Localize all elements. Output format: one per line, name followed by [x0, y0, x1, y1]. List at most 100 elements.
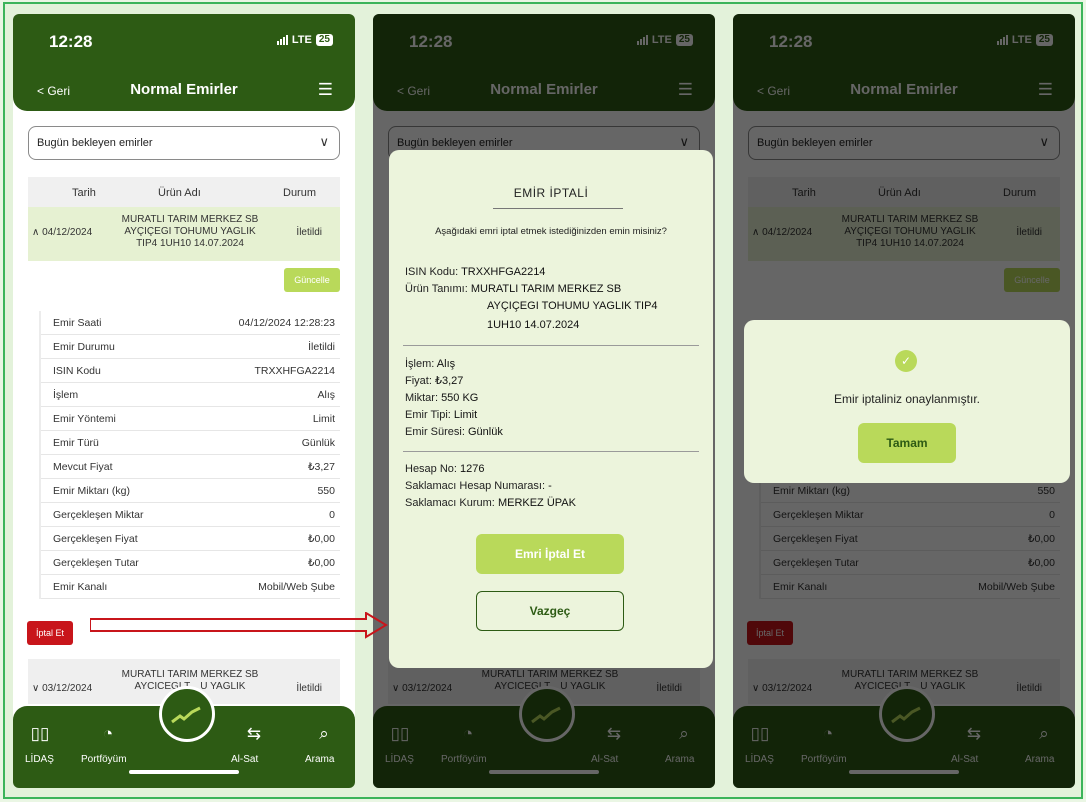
isin-label: ISIN Kodu:	[405, 266, 459, 278]
status-indicators: LTE 25	[276, 34, 333, 46]
saklamaci-hesap-row: Saklamacı Hesap Numarası: -	[405, 478, 552, 495]
tab-portfoyum[interactable]: Portföyüm	[81, 754, 127, 765]
hamburger-icon[interactable]: ☰	[318, 80, 333, 100]
sure-row: Emir Süresi: Günlük	[405, 424, 503, 441]
detail-row: Emir Miktarı (kg) 550	[41, 479, 340, 503]
saklamaci-kurum-label: Saklamacı Kurum:	[405, 497, 495, 509]
dialog-title: EMİR İPTALİ	[513, 186, 589, 200]
col-product-header: Ürün Adı	[158, 187, 201, 199]
detail-label: Emir Miktarı (kg)	[53, 484, 130, 497]
dialog-question: Aşağıdaki emri iptal etmek istediğinizde…	[435, 226, 667, 237]
detail-label: Gerçekleşen Miktar	[53, 508, 144, 521]
flow-arrow-icon	[90, 612, 388, 639]
success-dialog: ✓ Emir iptaliniz onaylanmıştır. Tamam	[744, 320, 1070, 483]
tab-al-sat[interactable]: Al-Sat	[231, 754, 258, 765]
miktar-value: 550 KG	[441, 392, 479, 404]
chevron-down-icon: ∨	[319, 134, 329, 149]
sure-value: Günlük	[467, 426, 503, 438]
detail-label: Emir Yöntemi	[53, 412, 116, 425]
islem-label: İşlem:	[405, 358, 435, 370]
tab-lidas[interactable]: LİDAŞ	[25, 754, 54, 765]
detail-label: Emir Saati	[53, 316, 102, 329]
hesap-value: 1276	[460, 463, 485, 475]
check-icon: ✓	[895, 350, 917, 372]
dismiss-button[interactable]: Vazgeç	[476, 591, 624, 631]
fiyat-row: Fiyat: ₺3,27	[405, 373, 463, 390]
detail-label: Emir Kanalı	[53, 580, 108, 593]
logo-icon	[171, 706, 201, 724]
title-divider	[493, 208, 623, 209]
exchange-icon[interactable]: ⇆	[239, 724, 269, 744]
brand-logo-button[interactable]	[159, 686, 215, 742]
chart-icon[interactable]: ▯▯	[25, 724, 55, 744]
order-details: Emir Saati 04/12/2024 12:28:23 Emir Durum…	[39, 311, 340, 599]
ok-button[interactable]: Tamam	[858, 423, 956, 463]
product-value: MURATLI TARIM MERKEZ SB	[470, 283, 622, 295]
tip-value: Limit	[453, 409, 478, 421]
battery-icon: 25	[315, 34, 333, 46]
detail-value: ₺0,00	[307, 556, 335, 569]
cancel-order-button[interactable]: İptal Et	[27, 621, 73, 645]
isin-value: TRXXHFGA2214	[461, 266, 546, 278]
miktar-label: Miktar:	[405, 392, 438, 404]
detail-row: Emir Yöntemi Limit	[41, 407, 340, 431]
detail-row: Emir Türü Günlük	[41, 431, 340, 455]
signal-icon	[276, 35, 288, 45]
confirm-cancel-button[interactable]: Emri İptal Et	[476, 534, 624, 574]
detail-row: ISIN Kodu TRXXHFGA2214	[41, 359, 340, 383]
product-value: AYÇIÇEGI TOHUMU YAGLIK TIP4	[487, 300, 658, 312]
update-button[interactable]: Güncelle	[284, 268, 340, 292]
detail-label: Mevcut Fiyat	[53, 460, 113, 473]
tab-arama[interactable]: Arama	[305, 754, 334, 765]
order-filter-select[interactable]: Bugün bekleyen emirler ∨	[28, 126, 340, 160]
table-header: Tarih Ürün Adı Durum	[28, 177, 340, 207]
saklamaci-hesap-value: -	[548, 480, 552, 492]
detail-row: Emir Durumu İletildi	[41, 335, 340, 359]
detail-row: İşlem Alış	[41, 383, 340, 407]
row-date: ∧ 04/12/2024	[32, 227, 93, 238]
detail-label: Gerçekleşen Tutar	[53, 556, 139, 569]
detail-row: Gerçekleşen Fiyat ₺0,00	[41, 527, 340, 551]
status-time: 12:28	[49, 32, 93, 51]
detail-label: Emir Durumu	[53, 340, 115, 353]
network-label: LTE	[291, 34, 312, 46]
phone-screen-cancel-dialog: 12:28 LTE 25 < Geri Normal Emirler ☰ Bug…	[373, 14, 715, 788]
detail-value: Günlük	[301, 436, 335, 449]
product-row-cont: AYÇIÇEGI TOHUMU YAGLIK TIP4	[487, 298, 658, 315]
app-header: 12:28 LTE 25 < Geri Normal Emirler ☰	[13, 14, 355, 111]
phone-screen-success: 12:28 LTE 25 < Geri Normal Emirler ☰ Bug…	[733, 14, 1075, 788]
detail-row: Emir Kanalı Mobil/Web Şube	[41, 575, 340, 599]
detail-value: İletildi	[308, 340, 335, 353]
product-row: Ürün Tanımı: MURATLI TARIM MERKEZ SB	[405, 281, 621, 298]
row-status: İletildi	[296, 683, 322, 694]
saklamaci-kurum-row: Saklamacı Kurum: MERKEZ ÜPAK	[405, 495, 576, 512]
col-date-header: Tarih	[72, 187, 96, 199]
page-title: Normal Emirler	[130, 81, 238, 98]
success-message: Emir iptaliniz onaylanmıştır.	[833, 392, 981, 406]
detail-row: Gerçekleşen Miktar 0	[41, 503, 340, 527]
phone-screen-orders: 12:28 LTE 25 < Geri Normal Emirler ☰ Bug…	[13, 14, 355, 788]
col-status-header: Durum	[283, 187, 317, 199]
detail-row: Gerçekleşen Tutar ₺0,00	[41, 551, 340, 575]
search-icon[interactable]: ⌕	[309, 724, 339, 744]
detail-row: Emir Saati 04/12/2024 12:28:23	[41, 311, 340, 335]
sure-label: Emir Süresi:	[405, 426, 465, 438]
miktar-row: Miktar: 550 KG	[405, 390, 478, 407]
divider	[403, 345, 699, 346]
table-row[interactable]: ∧ 04/12/2024 MURATLI TARIM MERKEZ SB AYÇ…	[28, 207, 340, 261]
detail-value: Mobil/Web Şube	[258, 580, 335, 593]
isin-row: ISIN Kodu: TRXXHFGA2214	[405, 264, 545, 281]
product-label: Ürün Tanımı:	[405, 283, 468, 295]
tab-bar: ▯▯ LİDAŞ ◔ Portföyüm ⇆ Al-Sat ⌕ Arama	[13, 686, 355, 788]
fiyat-value: ₺3,27	[434, 375, 464, 387]
row-status: İletildi	[296, 227, 322, 238]
hesap-label: Hesap No:	[405, 463, 457, 475]
tip-label: Emir Tipi:	[405, 409, 451, 421]
divider	[403, 451, 699, 452]
detail-value: 550	[317, 484, 335, 497]
detail-label: İşlem	[53, 388, 79, 401]
detail-label: Gerçekleşen Fiyat	[53, 532, 138, 545]
pie-icon[interactable]: ◔	[93, 724, 123, 744]
detail-value: 04/12/2024 12:28:23	[238, 316, 335, 329]
row-product: MURATLI TARIM MERKEZ SB AYÇIÇEGI TOHUMU …	[121, 214, 259, 249]
